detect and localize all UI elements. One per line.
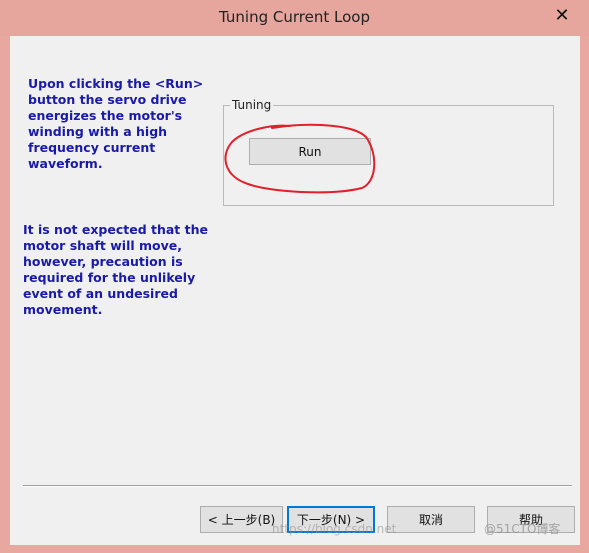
window-title: Tuning Current Loop — [219, 8, 370, 26]
dialog-client-area: Upon clicking the <Run> button the servo… — [10, 36, 580, 545]
run-button[interactable]: Run — [249, 138, 371, 165]
back-button[interactable]: < 上一步(B) — [200, 506, 283, 533]
close-icon[interactable]: ✕ — [545, 2, 579, 28]
title-bar: Tuning Current Loop ✕ — [0, 0, 589, 36]
run-description: Upon clicking the <Run> button the servo… — [28, 76, 204, 171]
tuning-group-label: Tuning — [230, 98, 274, 112]
tuning-groupbox: Tuning Run — [223, 98, 554, 206]
watermark-url: https://blog.csdn.net — [272, 522, 397, 536]
button-separator — [23, 485, 572, 487]
cancel-button[interactable]: 取消 — [387, 506, 475, 533]
watermark-brand: @51CTO博客 — [484, 522, 561, 536]
precaution-note: It is not expected that the motor shaft … — [23, 222, 208, 317]
